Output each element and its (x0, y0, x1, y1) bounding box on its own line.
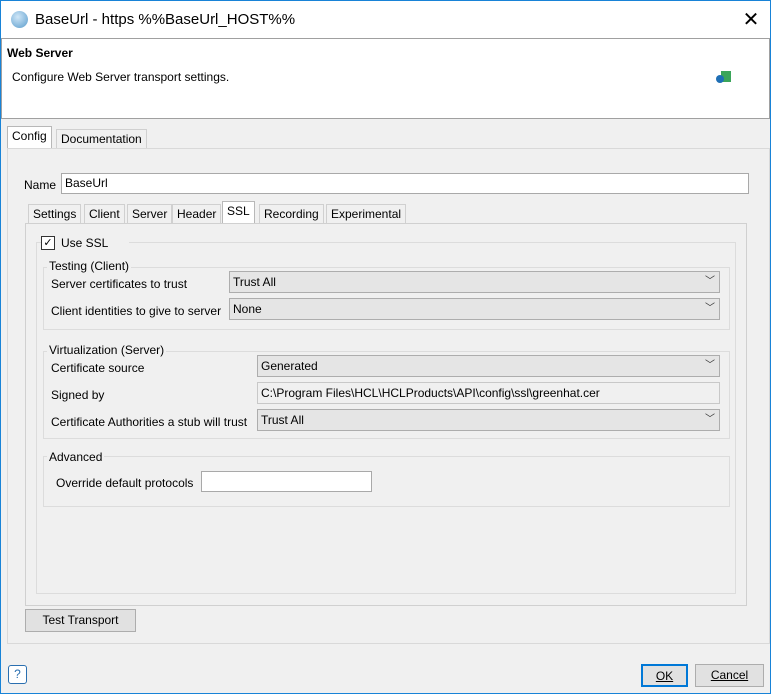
signed-by-label: Signed by (51, 388, 105, 402)
tab-documentation[interactable]: Documentation (56, 129, 147, 150)
test-transport-button[interactable]: Test Transport (25, 609, 136, 632)
tab-server[interactable]: Server (127, 204, 173, 225)
tab-config[interactable]: Config (7, 126, 52, 149)
tab-recording[interactable]: Recording (259, 204, 324, 225)
use-ssl-checkbox[interactable]: ✓ Use SSL (41, 236, 129, 252)
window-title: BaseUrl - https %%BaseUrl_HOST%% (35, 11, 296, 28)
tab-header[interactable]: Header (172, 204, 222, 225)
chevron-down-icon: ﹀ (705, 360, 715, 371)
tab-client[interactable]: Client (84, 204, 125, 225)
globe-icon (11, 11, 28, 28)
chevron-down-icon: ﹀ (705, 276, 715, 287)
advanced-group-title: Advanced (47, 450, 105, 464)
tab-ssl[interactable]: SSL (222, 201, 255, 225)
virtualization-group-title: Virtualization (Server) (47, 343, 167, 357)
use-ssl-label: Use SSL (61, 236, 109, 250)
tab-experimental[interactable]: Experimental (326, 204, 407, 225)
ok-button[interactable]: OK (641, 664, 688, 687)
chevron-down-icon: ﹀ (705, 414, 715, 425)
ca-trust-label: Certificate Authorities a stub will trus… (51, 415, 248, 429)
help-icon[interactable]: ? (8, 665, 27, 684)
server-certs-select[interactable]: Trust All ﹀ (229, 271, 720, 293)
client-ids-select[interactable]: None ﹀ (229, 298, 720, 320)
header-title: Web Server (7, 46, 73, 60)
ca-trust-select[interactable]: Trust All ﹀ (257, 409, 720, 431)
client-ids-label: Client identities to give to server (51, 304, 222, 318)
checkbox-checked-icon: ✓ (41, 236, 55, 250)
signed-by-field: C:\Program Files\HCL\HCLProducts\API\con… (257, 382, 720, 404)
dialog-window: BaseUrl - https %%BaseUrl_HOST%% ✕ Web S… (0, 0, 771, 694)
client-ids-value: None (233, 302, 262, 316)
header-description: Configure Web Server transport settings. (12, 70, 230, 84)
ssl-panel: ✓ Use SSL Testing (Client) Server certif… (25, 223, 747, 606)
config-panel: Name BaseUrl Settings Client Server Head… (7, 148, 770, 644)
ca-trust-value: Trust All (261, 413, 304, 427)
cert-source-value: Generated (261, 359, 318, 373)
chevron-down-icon: ﹀ (705, 303, 715, 314)
override-protocols-input[interactable] (201, 471, 372, 492)
cert-source-select[interactable]: Generated ﹀ (257, 355, 720, 377)
transport-icon (716, 71, 732, 87)
server-certs-value: Trust All (233, 275, 276, 289)
name-label: Name (24, 178, 57, 192)
close-icon[interactable]: ✕ (739, 7, 763, 32)
name-input[interactable]: BaseUrl (61, 173, 749, 194)
cert-source-label: Certificate source (51, 361, 145, 375)
testing-group-title: Testing (Client) (47, 259, 132, 273)
header-panel: Web Server Configure Web Server transpor… (1, 38, 770, 119)
server-certs-label: Server certificates to trust (51, 277, 188, 291)
tab-settings[interactable]: Settings (28, 204, 82, 225)
cancel-button[interactable]: Cancel (695, 664, 764, 687)
title-bar: BaseUrl - https %%BaseUrl_HOST%% ✕ (1, 1, 770, 38)
override-protocols-label: Override default protocols (56, 476, 194, 490)
